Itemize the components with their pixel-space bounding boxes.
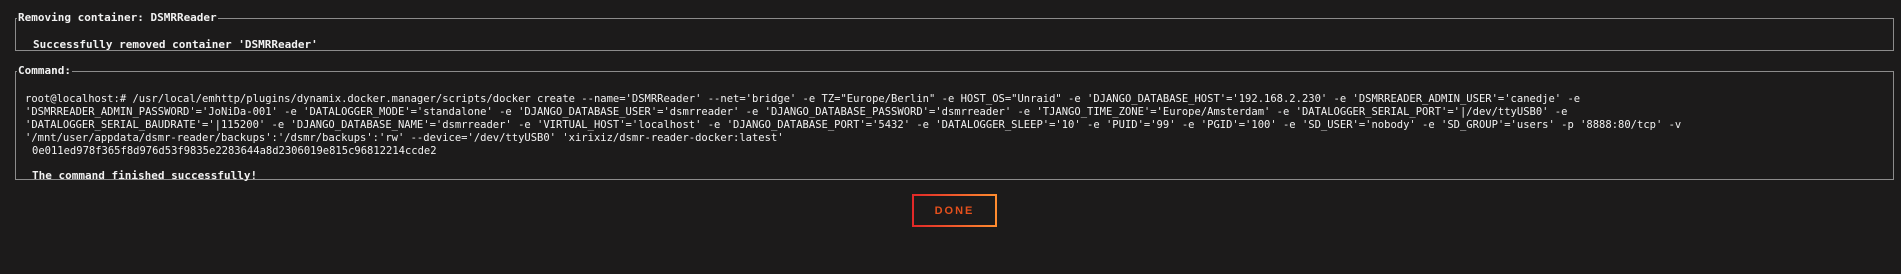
command-output: root@localhost:# /usr/local/emhttp/plugi… [25, 93, 1681, 145]
removing-container-panel: Removing container: DSMRReader Successfu… [15, 12, 1894, 51]
command-line: '/mnt/user/appdata/dsmr-reader/backups':… [25, 132, 784, 144]
command-finished-message: The command finished successfully! [32, 169, 258, 182]
command-line: root@localhost:# /usr/local/emhttp/plugi… [25, 93, 1581, 105]
command-line: 'DSMRREADER_ADMIN_PASSWORD'='JoNiDa-001'… [25, 106, 1568, 118]
command-line: 'DATALOGGER_SERIAL_BAUDRATE'='|115200' -… [25, 119, 1682, 131]
removing-container-legend: Removing container: DSMRReader [18, 11, 217, 24]
command-legend: Command: [18, 64, 71, 77]
command-panel: Command: root@localhost:# /usr/local/emh… [15, 64, 1894, 182]
done-button[interactable]: Done [912, 194, 997, 227]
removed-message: Successfully removed container 'DSMRRead… [33, 38, 318, 51]
container-id: 0e011ed978f365f8d976d53f9835e2283644a8d2… [32, 145, 437, 157]
